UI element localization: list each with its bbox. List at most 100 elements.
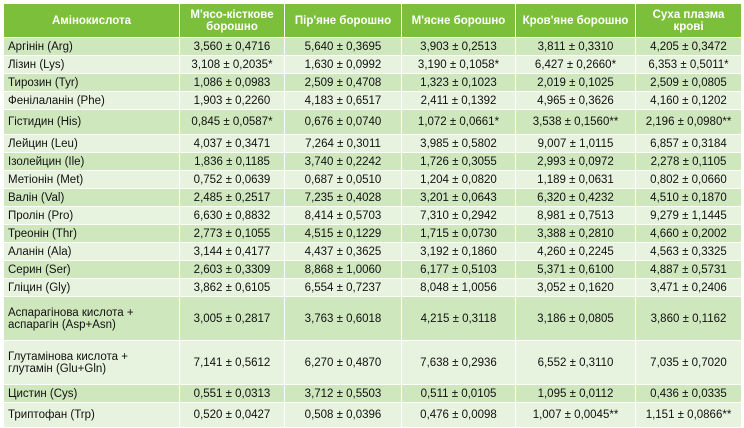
table-cell: 0,802 ± 0,0660 <box>635 170 742 189</box>
table-cell: 4,260 ± 0,2245 <box>515 242 636 261</box>
table-cell: 8,868 ± 1,0060 <box>284 260 402 279</box>
table-cell: 4,160 ± 0,1202 <box>635 91 742 110</box>
table-cell: 2,196 ± 0,0980** <box>635 109 742 135</box>
table-cell: 3,712 ± 0,5503 <box>284 384 402 403</box>
table-cell: 0,520 ± 0,0427 <box>179 402 285 428</box>
table-cell: 0,476 ± 0,0098 <box>401 402 516 428</box>
table-cell: 7,035 ± 0,7020 <box>635 340 742 385</box>
table-cell: 0,511 ± 0,0105 <box>401 384 516 403</box>
table-cell: 1,836 ± 0,1185 <box>179 152 285 171</box>
table-cell: 6,857 ± 0,3184 <box>635 134 742 153</box>
table-row: Пролін (Pro) 6,630 ± 0,8832 8,414 ± 0,57… <box>3 206 742 225</box>
table-cell: 4,965 ± 0,3626 <box>515 91 636 110</box>
row-label: Тирозин (Tyr) <box>3 73 180 92</box>
header-blood-meal: Кров'яне борошно <box>515 3 636 38</box>
row-label: Лейцин (Leu) <box>3 134 180 153</box>
row-label: Треонін (Thr) <box>3 224 180 243</box>
table-cell: 1,007 ± 0,0045** <box>515 402 636 428</box>
table-cell: 5,640 ± 0,3695 <box>284 37 402 56</box>
table-cell: 7,141 ± 0,5612 <box>179 340 285 385</box>
table-row: Метіонін (Met) 0,752 ± 0,0639 0,687 ± 0,… <box>3 170 742 189</box>
table-cell: 3,388 ± 0,2810 <box>515 224 636 243</box>
table-cell: 2,019 ± 0,1025 <box>515 73 636 92</box>
table-cell: 4,563 ± 0,3325 <box>635 242 742 261</box>
table-row: Лейцин (Leu) 4,037 ± 0,3471 7,264 ± 0,30… <box>3 134 742 153</box>
row-label: Метіонін (Met) <box>3 170 180 189</box>
table-cell: 3,903 ± 0,2513 <box>401 37 516 56</box>
table-cell: 3,538 ± 0,1560** <box>515 109 636 135</box>
header-dry-blood-plasma: Суха плазма крові <box>635 3 742 38</box>
table-cell: 7,638 ± 0,2936 <box>401 340 516 385</box>
table-row: Аргінін (Arg) 3,560 ± 0,4716 5,640 ± 0,3… <box>3 37 742 56</box>
table-cell: 4,205 ± 0,3472 <box>635 37 742 56</box>
table-cell: 4,437 ± 0,3625 <box>284 242 402 261</box>
row-label: Гліцин (Gly) <box>3 278 180 297</box>
table-cell: 4,183 ± 0,6517 <box>284 91 402 110</box>
row-label: Валін (Val) <box>3 188 180 207</box>
table-cell: 0,845 ± 0,0587* <box>179 109 285 135</box>
table-row: Тирозин (Tyr) 1,086 ± 0,0983 2,509 ± 0,4… <box>3 73 742 92</box>
header-meat-bone-meal: М'ясо-кісткове борошно <box>179 3 285 38</box>
table-cell: 0,508 ± 0,0396 <box>284 402 402 428</box>
table-cell: 6,270 ± 0,4870 <box>284 340 402 385</box>
table-cell: 6,427 ± 0,2660* <box>515 55 636 74</box>
table-cell: 2,509 ± 0,4708 <box>284 73 402 92</box>
row-label: Гістидин (His) <box>3 109 180 135</box>
table-cell: 0,752 ± 0,0639 <box>179 170 285 189</box>
table-cell: 3,192 ± 0,1860 <box>401 242 516 261</box>
header-amino-acid: Амінокислота <box>3 3 180 38</box>
table-row: Триптофан (Trp) 0,520 ± 0,0427 0,508 ± 0… <box>3 402 742 428</box>
row-label: Ізолейцин (Ile) <box>3 152 180 171</box>
table-cell: 1,204 ± 0,0820 <box>401 170 516 189</box>
row-label: Аргінін (Arg) <box>3 37 180 56</box>
table-cell: 7,310 ± 0,2942 <box>401 206 516 225</box>
row-label: Пролін (Pro) <box>3 206 180 225</box>
table-row: Треонін (Thr) 2,773 ± 0,1055 4,515 ± 0,1… <box>3 224 742 243</box>
table-cell: 4,510 ± 0,1870 <box>635 188 742 207</box>
table-cell: 3,186 ± 0,0805 <box>515 296 636 341</box>
table-cell: 3,144 ± 0,4177 <box>179 242 285 261</box>
row-label: Цистин (Cys) <box>3 384 180 403</box>
table-cell: 7,264 ± 0,3011 <box>284 134 402 153</box>
table-cell: 3,201 ± 0,0643 <box>401 188 516 207</box>
row-label: Лізин (Lys) <box>3 55 180 74</box>
table-row: Глутамінова кислота + глутамін (Glu+Gln)… <box>3 340 742 385</box>
table-cell: 8,981 ± 0,7513 <box>515 206 636 225</box>
table-cell: 2,603 ± 0,3309 <box>179 260 285 279</box>
table-cell: 4,037 ± 0,3471 <box>179 134 285 153</box>
table-body: Аргінін (Arg) 3,560 ± 0,4716 5,640 ± 0,3… <box>3 37 742 428</box>
table-cell: 1,630 ± 0,0992 <box>284 55 402 74</box>
table-cell: 7,235 ± 0,4028 <box>284 188 402 207</box>
table-cell: 2,278 ± 0,1105 <box>635 152 742 171</box>
row-label: Аспарагінова кислота + аспарагін (Asp+As… <box>3 296 180 341</box>
table-cell: 3,190 ± 0,1058* <box>401 55 516 74</box>
table-cell: 1,072 ± 0,0661* <box>401 109 516 135</box>
table-row: Аспарагінова кислота + аспарагін (Asp+As… <box>3 296 742 341</box>
table-cell: 6,353 ± 0,5011* <box>635 55 742 74</box>
table-cell: 3,560 ± 0,4716 <box>179 37 285 56</box>
table-cell: 4,215 ± 0,3118 <box>401 296 516 341</box>
table-cell: 3,860 ± 0,1162 <box>635 296 742 341</box>
table-cell: 0,436 ± 0,0335 <box>635 384 742 403</box>
table-cell: 0,551 ± 0,0313 <box>179 384 285 403</box>
table-cell: 6,177 ± 0,5103 <box>401 260 516 279</box>
table-cell: 1,086 ± 0,0983 <box>179 73 285 92</box>
table-cell: 4,660 ± 0,2002 <box>635 224 742 243</box>
row-label: Серин (Ser) <box>3 260 180 279</box>
table-cell: 8,414 ± 0,5703 <box>284 206 402 225</box>
header-meat-meal: М'ясне борошно <box>401 3 516 38</box>
table-cell: 3,471 ± 0,2406 <box>635 278 742 297</box>
table-cell: 1,151 ± 0,0866** <box>635 402 742 428</box>
table-header: Амінокислота М'ясо-кісткове борошно Пір'… <box>3 3 742 38</box>
table-cell: 1,715 ± 0,0730 <box>401 224 516 243</box>
row-label: Аланін (Ala) <box>3 242 180 261</box>
table-cell: 3,862 ± 0,6105 <box>179 278 285 297</box>
table-cell: 0,676 ± 0,0740 <box>284 109 402 135</box>
amino-acid-table: Амінокислота М'ясо-кісткове борошно Пір'… <box>3 3 742 428</box>
header-feather-meal: Пір'яне борошно <box>284 3 402 38</box>
table-cell: 4,515 ± 0,1229 <box>284 224 402 243</box>
table-row: Цистин (Cys) 0,551 ± 0,0313 3,712 ± 0,55… <box>3 384 742 403</box>
table-row: Лізин (Lys) 3,108 ± 0,2035* 1,630 ± 0,09… <box>3 55 742 74</box>
table-cell: 1,189 ± 0,0631 <box>515 170 636 189</box>
table-cell: 8,048 ± 1,0056 <box>401 278 516 297</box>
